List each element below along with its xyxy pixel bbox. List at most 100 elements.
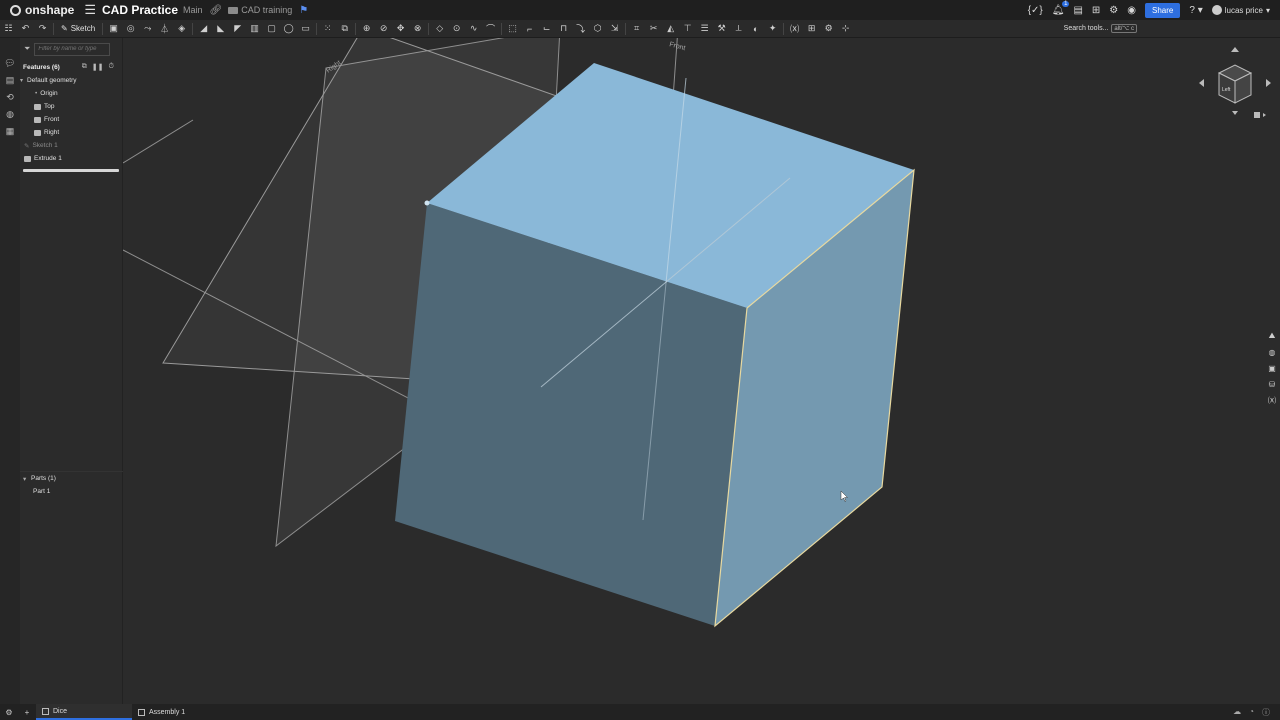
tree-item-default-geometry[interactable]: ▾ Default geometry [20, 74, 122, 87]
thicken-icon[interactable]: ◈ [173, 22, 190, 36]
tab-manager-icon[interactable]: ⚙ [0, 708, 18, 717]
weld-icon[interactable]: ⚒ [713, 22, 730, 36]
parts-header[interactable]: ▾ Parts (1) [20, 472, 123, 485]
tree-item-origin[interactable]: • Origin [20, 87, 122, 100]
rotate-left-icon[interactable] [1199, 79, 1204, 87]
user-menu[interactable]: lucas price ▾ [1211, 5, 1270, 15]
frame-icon[interactable]: ⌗ [628, 22, 645, 36]
tab-assembly-1[interactable]: Assembly 1 [132, 704, 228, 720]
chamfer-icon[interactable]: ◣ [212, 22, 229, 36]
offset-surface-icon[interactable]: ▭ [297, 22, 314, 36]
search-tools[interactable]: Search tools... alt/⌥ c [1064, 24, 1137, 33]
document-icon[interactable]: ▤ [1073, 5, 1082, 16]
custom-feature-icon[interactable]: ⚙ [820, 22, 837, 36]
graphics-viewport[interactable]: Right Front [123, 38, 1280, 704]
filter-icon[interactable] [0, 38, 20, 55]
shell-icon[interactable]: ▢ [263, 22, 280, 36]
section-view-icon[interactable]: ◐ [747, 22, 764, 36]
tab-dice[interactable]: Dice [36, 704, 132, 720]
view-cube[interactable]: Left [1197, 45, 1273, 121]
rollback-bar[interactable] [23, 169, 119, 172]
caret-down-icon[interactable]: ▾ [20, 77, 27, 84]
learning-icon[interactable]: ◉ [1127, 5, 1136, 16]
revolve-icon[interactable]: ◎ [122, 22, 139, 36]
appearance-panel-icon[interactable]: ⛰ [1264, 328, 1280, 344]
document-title[interactable]: CAD Practice [102, 3, 178, 17]
draft-icon[interactable]: ◤ [229, 22, 246, 36]
flange-icon[interactable]: ⌐ [521, 22, 538, 36]
timer-icon[interactable]: ⏱ [109, 63, 114, 71]
info-icon[interactable]: ⓘ [1262, 707, 1270, 718]
view-menu-icon[interactable] [1263, 113, 1266, 117]
rib-icon[interactable]: ▥ [246, 22, 263, 36]
tree-item-front-plane[interactable]: Front [20, 113, 122, 126]
undo-icon[interactable]: ↶ [17, 22, 34, 36]
history-icon[interactable]: ⟲ [0, 89, 20, 106]
sketch-button[interactable]: ✎ Sketch [56, 24, 100, 33]
variable-icon[interactable]: ⒳ [786, 22, 803, 36]
comments-icon[interactable]: 💬︎ [0, 55, 20, 72]
sheet-metal-icon[interactable]: ⬚ [504, 22, 521, 36]
plane-icon[interactable]: ◇ [431, 22, 448, 36]
tree-item-extrude[interactable]: Extrude 1 [20, 152, 122, 165]
rotate-right-icon[interactable] [1266, 79, 1271, 87]
unfold-icon[interactable]: ⇲ [606, 22, 623, 36]
mass-properties-icon[interactable]: ◍ [1264, 344, 1280, 360]
bend-icon[interactable]: ⤵ [572, 22, 589, 36]
sheet-metal-panel-icon[interactable]: ⛁ [1264, 376, 1280, 392]
helix-icon[interactable]: ∿ [465, 22, 482, 36]
vertex-point[interactable] [424, 200, 430, 206]
share-button[interactable]: Share [1145, 2, 1181, 18]
fillet-icon[interactable]: ◢ [195, 22, 212, 36]
tree-item-top-plane[interactable]: Top [20, 100, 122, 113]
rotate-down-icon[interactable] [1232, 111, 1238, 115]
hamburger-menu-icon[interactable]: ☰ [84, 2, 96, 18]
view-options-icon[interactable] [1254, 112, 1260, 118]
boolean-icon[interactable]: ⊕ [358, 22, 375, 36]
folder-breadcrumb[interactable]: CAD training [228, 5, 292, 15]
appearance-icon[interactable]: ◍ [0, 106, 20, 123]
bom-icon[interactable]: ▤ [0, 72, 20, 89]
settings-gear-icon[interactable]: ⚙ [1109, 5, 1118, 16]
hem-icon[interactable]: ⌙ [538, 22, 555, 36]
properties-icon[interactable]: ▦ [0, 123, 20, 140]
trim-icon[interactable]: ✂ [645, 22, 662, 36]
version-tag-icon[interactable]: ⚑ [299, 5, 308, 16]
mirror-icon[interactable]: ⧉ [336, 22, 353, 36]
redo-icon[interactable]: ↷ [34, 22, 51, 36]
add-tab-icon[interactable]: + [18, 708, 36, 717]
tree-item-part-1[interactable]: Part 1 [20, 485, 123, 498]
feature-list-icon[interactable]: ☷ [0, 22, 17, 36]
sweep-icon[interactable]: ⤳ [139, 22, 156, 36]
onshape-logo[interactable]: onshape [10, 3, 74, 17]
mate-connector-icon[interactable]: ⊙ [448, 22, 465, 36]
hole-icon[interactable]: ◯ [280, 22, 297, 36]
tree-item-sketch[interactable]: ✎ Sketch 1 [20, 139, 122, 152]
feature-filter-input[interactable] [34, 42, 111, 56]
model-canvas[interactable]: Right Front [123, 38, 1280, 704]
apps-grid-icon[interactable]: ⊞ [1092, 5, 1100, 16]
extrude-icon[interactable]: ▣ [105, 22, 122, 36]
filter-funnel-icon[interactable]: ⏷ [24, 44, 30, 54]
link-icon[interactable]: 🔗︎ [210, 5, 223, 16]
tab-icon[interactable]: ⊓ [555, 22, 572, 36]
delete-part-icon[interactable]: ⊗ [409, 22, 426, 36]
bell-icon[interactable]: ◔ [1249, 707, 1254, 718]
measure-icon[interactable]: ⟂ [730, 22, 747, 36]
configurations-panel-icon[interactable]: ▣ [1264, 360, 1280, 376]
variables-panel-icon[interactable]: ⒳ [1264, 392, 1280, 408]
rotate-up-icon[interactable] [1231, 47, 1239, 52]
code-icon[interactable]: {✓} [1028, 5, 1043, 16]
feature-options-icon[interactable]: ⧉ [82, 63, 87, 71]
tree-item-right-plane[interactable]: Right [20, 126, 122, 139]
notifications-bell-icon[interactable]: 🔔︎ 1 [1052, 0, 1070, 16]
curve-icon[interactable]: ⌒ [482, 22, 499, 36]
pattern-icon[interactable]: ⁙ [319, 22, 336, 36]
cut-list-icon[interactable]: ☰ [696, 22, 713, 36]
render-icon[interactable]: ✦ [764, 22, 781, 36]
add-custom-feature-icon[interactable]: ⊹ [837, 22, 854, 36]
form-icon[interactable]: ⬡ [589, 22, 606, 36]
split-icon[interactable]: ⊘ [375, 22, 392, 36]
cloud-icon[interactable]: ☁ [1233, 707, 1241, 718]
pause-icon[interactable]: ❚❚ [92, 63, 104, 71]
